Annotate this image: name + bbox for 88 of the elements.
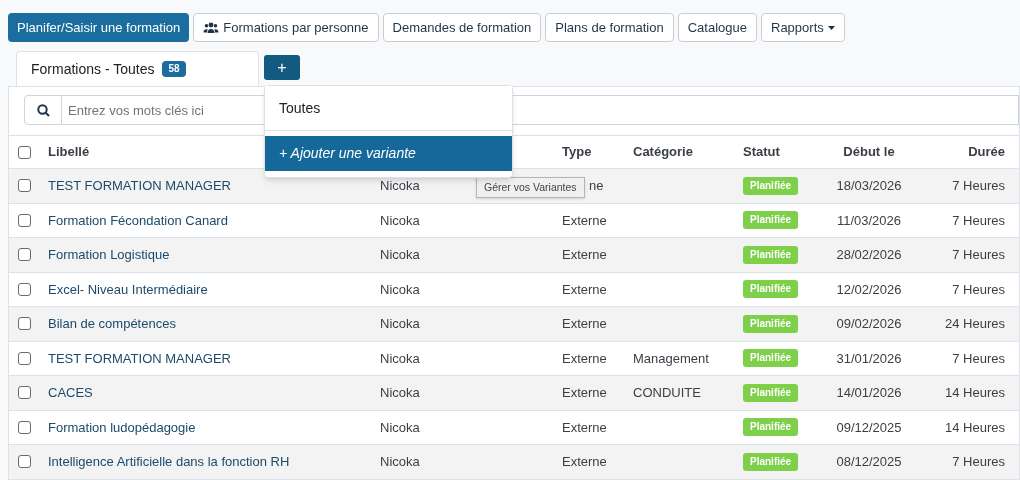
- table-cell-text: 09/12/2025: [836, 418, 902, 437]
- reports-dropdown[interactable]: Rapports: [761, 13, 845, 42]
- caret-icon: [827, 25, 835, 30]
- table-cell-text: 7 Heures: [952, 246, 1005, 264]
- table-cell-text: 24 Heures: [945, 315, 1005, 333]
- table-cell-text: Externe: [562, 418, 607, 437]
- table-cell-text: 7 Heures: [952, 177, 1005, 195]
- table-cell-text: Externe: [562, 453, 607, 471]
- training-link[interactable]: TEST FORMATION MANAGER: [48, 348, 231, 368]
- table-cell-text: 28/02/2026: [836, 246, 902, 264]
- toolbar-button[interactable]: Demandes de formation: [382, 13, 542, 42]
- search-button[interactable]: [24, 95, 62, 125]
- training-link[interactable]: Bilan de compétences: [48, 314, 176, 334]
- toolbar-button[interactable]: Catalogue: [677, 13, 757, 42]
- checkbox[interactable]: [18, 213, 31, 227]
- table-cell-text: 14/01/2026: [836, 384, 902, 402]
- table-cell-text: CONDUITE: [633, 384, 701, 402]
- checkbox[interactable]: [18, 179, 31, 193]
- training-link[interactable]: Intelligence Artificielle dans la fonction RH: [48, 452, 290, 472]
- table-cell-text: 14 Heures: [945, 418, 1005, 437]
- table-cell-text: 11/03/2026: [836, 211, 902, 230]
- people-icon: [203, 21, 220, 34]
- checkbox[interactable]: [18, 455, 31, 469]
- status-badge: Planifiée: [743, 349, 799, 368]
- table-cell-text: 09/02/2026: [836, 315, 902, 333]
- table-cell-text: 7 Heures: [952, 453, 1005, 471]
- checkbox[interactable]: [18, 386, 31, 400]
- table-cell-text: 08/12/2025: [836, 453, 902, 471]
- table-cell-text: ne: [589, 177, 604, 195]
- toolbar-button[interactable]: Formations par personne: [193, 13, 379, 42]
- table-cell-text: Nicoka: [380, 246, 420, 264]
- table-cell-text: Externe: [562, 280, 607, 299]
- checkbox[interactable]: [18, 351, 31, 365]
- status-badge: Planifiée: [743, 383, 799, 402]
- table-cell-text: 18/03/2026: [836, 177, 902, 195]
- column-header: Statut: [743, 143, 780, 162]
- add-tab-button[interactable]: +: [264, 55, 300, 80]
- table-cell-text: Nicoka: [380, 453, 420, 471]
- training-link[interactable]: TEST FORMATION MANAGER: [48, 176, 231, 196]
- search-icon: [36, 103, 50, 117]
- checkbox[interactable]: [18, 420, 31, 434]
- status-badge: Planifiée: [743, 176, 799, 195]
- training-link[interactable]: Formation Logistique: [48, 245, 170, 265]
- checkbox[interactable]: [18, 248, 31, 262]
- table-cell-text: Management: [633, 349, 709, 368]
- menu-item[interactable]: Toutes: [265, 86, 512, 130]
- table-cell-text: Nicoka: [380, 418, 420, 437]
- table-cell-text: Externe: [562, 211, 607, 230]
- column-header: Début le: [843, 143, 895, 162]
- column-header: Durée: [968, 143, 1005, 162]
- status-badge: Planifiée: [743, 211, 799, 230]
- table-cell-text: 7 Heures: [952, 349, 1005, 368]
- table-cell-text: Nicoka: [380, 349, 420, 368]
- table-cell-text: Nicoka: [380, 177, 420, 195]
- table-cell-text: Externe: [562, 315, 607, 333]
- checkbox[interactable]: [18, 282, 31, 296]
- column-header: Type: [562, 143, 592, 162]
- table-cell-text: Externe: [562, 384, 607, 402]
- training-link[interactable]: Excel- Niveau Intermédiaire: [48, 279, 208, 299]
- tooltip: Gérer vos Variantes: [476, 177, 585, 198]
- checkbox[interactable]: [18, 145, 31, 159]
- tab[interactable]: Formations - Toutes 58: [16, 51, 259, 86]
- table-cell-text: 7 Heures: [952, 280, 1005, 299]
- checkbox[interactable]: [18, 317, 31, 331]
- table-cell-text: 14 Heures: [945, 384, 1005, 402]
- status-badge: Planifiée: [743, 314, 799, 333]
- table-cell-text: Nicoka: [380, 315, 420, 333]
- table-cell-text: Nicoka: [380, 280, 420, 299]
- status-badge: Planifiée: [743, 245, 799, 264]
- column-header: Catégorie: [633, 143, 693, 162]
- status-badge: Planifiée: [743, 280, 799, 299]
- table-cell-text: Nicoka: [380, 384, 420, 402]
- table-cell-text: 31/01/2026: [836, 349, 902, 368]
- menu-item[interactable]: + Ajouter une variante: [265, 136, 512, 171]
- column-header: Libellé: [48, 143, 90, 162]
- plan-training-button[interactable]: Planifer/Saisir une formation: [8, 13, 190, 42]
- training-link[interactable]: CACES: [48, 383, 93, 403]
- table-cell-text: 7 Heures: [952, 211, 1005, 230]
- table-cell-text: Externe: [562, 349, 607, 368]
- table-cell-text: Nicoka: [380, 211, 420, 230]
- training-link[interactable]: Formation ludopédagogie: [48, 417, 196, 437]
- toolbar-button[interactable]: Plans de formation: [545, 13, 674, 42]
- table-cell-text: 12/02/2026: [836, 280, 902, 299]
- table-cell-text: Externe: [562, 246, 607, 264]
- count-badge: 58: [162, 61, 186, 77]
- status-badge: Planifiée: [743, 418, 799, 437]
- training-link[interactable]: Formation Fécondation Canard: [48, 210, 228, 230]
- status-badge: Planifiée: [743, 452, 799, 471]
